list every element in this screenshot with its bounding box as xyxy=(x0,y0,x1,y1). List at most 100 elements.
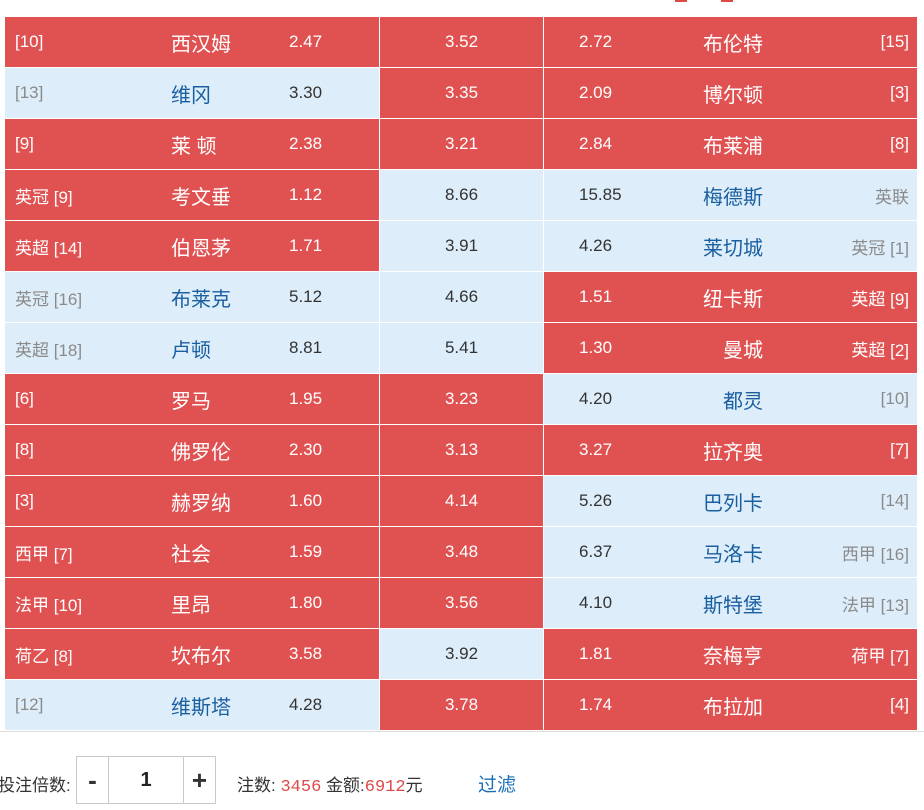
draw-option[interactable]: 3.35 xyxy=(380,68,543,118)
multiplier-input[interactable] xyxy=(109,757,183,803)
away-team: 都灵 xyxy=(723,390,763,413)
home-rank: 西甲 [7] xyxy=(15,544,73,564)
home-odd: 2.47 xyxy=(289,32,323,51)
away-win-option[interactable]: 15.85 梅德斯 英联 xyxy=(544,170,917,220)
home-win-option[interactable]: [9] 莱 顿 2.38 xyxy=(5,119,379,169)
home-rank: 法甲 [10] xyxy=(15,595,83,615)
home-team: 考文垂 xyxy=(171,186,231,209)
away-odd: 1.74 xyxy=(579,695,613,714)
match-row: [9] 莱 顿 2.38 3.21 2.84 布莱浦 [8] xyxy=(5,119,917,170)
draw-option[interactable]: 5.41 xyxy=(380,323,543,373)
away-win-option[interactable]: 1.81 奈梅亨 荷甲 [7] xyxy=(544,629,917,679)
away-team: 博尔顿 xyxy=(703,84,763,107)
draw-option[interactable]: 8.66 xyxy=(380,170,543,220)
draw-odd: 8.66 xyxy=(444,185,479,204)
marker-stroke xyxy=(721,0,733,3)
away-rank: 法甲 [13] xyxy=(841,595,909,615)
away-win-option[interactable]: 2.72 布伦特 [15] xyxy=(544,17,917,67)
home-team: 伯恩茅 xyxy=(171,237,231,260)
away-odd: 2.09 xyxy=(579,83,613,102)
home-win-option[interactable]: 英超 [18] 卢顿 8.81 xyxy=(5,323,379,373)
home-win-option[interactable]: [8] 佛罗伦 2.30 xyxy=(5,425,379,475)
home-win-option[interactable]: [6] 罗马 1.95 xyxy=(5,374,379,424)
away-win-option[interactable]: 1.30 曼城 英超 [2] xyxy=(544,323,917,373)
away-team: 梅德斯 xyxy=(703,186,763,209)
away-win-option[interactable]: 1.51 纽卡斯 英超 [9] xyxy=(544,272,917,322)
home-rank: [12] xyxy=(15,695,44,714)
home-team: 罗马 xyxy=(171,390,211,413)
draw-odd: 4.14 xyxy=(444,491,479,510)
decrease-button[interactable]: - xyxy=(77,757,109,803)
home-odd: 1.59 xyxy=(289,542,323,561)
draw-option[interactable]: 3.92 xyxy=(380,629,543,679)
home-rank: [10] xyxy=(15,32,44,51)
match-row: 英冠 [16] 布莱克 5.12 4.66 1.51 纽卡斯 英超 [9] xyxy=(5,272,917,323)
away-odd: 4.20 xyxy=(579,389,613,408)
draw-odd: 4.66 xyxy=(444,287,479,306)
match-row: [10] 西汉姆 2.47 3.52 2.72 布伦特 [15] xyxy=(5,17,917,68)
away-rank: 荷甲 [7] xyxy=(851,646,909,666)
draw-odd: 3.48 xyxy=(444,542,479,561)
draw-option[interactable]: 3.52 xyxy=(380,17,543,67)
away-win-option[interactable]: 2.09 博尔顿 [3] xyxy=(544,68,917,118)
home-win-option[interactable]: 荷乙 [8] 坎布尔 3.58 xyxy=(5,629,379,679)
home-odd: 5.12 xyxy=(289,287,323,306)
home-win-option[interactable]: 英冠 [9] 考文垂 1.12 xyxy=(5,170,379,220)
away-rank: [10] xyxy=(880,389,909,408)
draw-option[interactable]: 3.48 xyxy=(380,527,543,577)
home-odd: 4.28 xyxy=(289,695,323,714)
match-row: 西甲 [7] 社会 1.59 3.48 6.37 马洛卡 西甲 [16] xyxy=(5,527,917,578)
match-row: 英超 [18] 卢顿 8.81 5.41 1.30 曼城 英超 [2] xyxy=(5,323,917,374)
amount-label: 金额: xyxy=(326,776,365,795)
home-team: 布莱克 xyxy=(171,288,231,311)
away-odd: 15.85 xyxy=(579,185,622,204)
away-team: 拉齐奥 xyxy=(703,441,763,464)
away-win-option[interactable]: 6.37 马洛卡 西甲 [16] xyxy=(544,527,917,577)
away-win-option[interactable]: 3.27 拉齐奥 [7] xyxy=(544,425,917,475)
draw-option[interactable]: 3.21 xyxy=(380,119,543,169)
home-win-option[interactable]: 英超 [14] 伯恩茅 1.71 xyxy=(5,221,379,271)
away-win-option[interactable]: 4.26 莱切城 英冠 [1] xyxy=(544,221,917,271)
draw-option[interactable]: 4.14 xyxy=(380,476,543,526)
draw-option[interactable]: 3.13 xyxy=(380,425,543,475)
draw-odd: 3.56 xyxy=(444,593,479,612)
draw-odd: 3.23 xyxy=(444,389,479,408)
draw-option[interactable]: 3.23 xyxy=(380,374,543,424)
home-win-option[interactable]: 法甲 [10] 里昂 1.80 xyxy=(5,578,379,628)
home-win-option[interactable]: 西甲 [7] 社会 1.59 xyxy=(5,527,379,577)
bet-summary: 注数: 3456 金额:6912元 xyxy=(237,771,423,797)
away-win-option[interactable]: 2.84 布莱浦 [8] xyxy=(544,119,917,169)
away-win-option[interactable]: 1.74 布拉加 [4] xyxy=(544,680,917,730)
away-odd: 6.37 xyxy=(579,542,613,561)
home-win-option[interactable]: [12] 维斯塔 4.28 xyxy=(5,680,379,730)
away-win-option[interactable]: 4.20 都灵 [10] xyxy=(544,374,917,424)
count-label: 注数: xyxy=(237,776,276,795)
away-odd: 3.27 xyxy=(579,440,613,459)
home-team: 赫罗纳 xyxy=(171,492,231,515)
draw-option[interactable]: 3.78 xyxy=(380,680,543,730)
draw-option[interactable]: 3.56 xyxy=(380,578,543,628)
home-win-option[interactable]: [3] 赫罗纳 1.60 xyxy=(5,476,379,526)
home-win-option[interactable]: [10] 西汉姆 2.47 xyxy=(5,17,379,67)
away-team: 布伦特 xyxy=(703,33,763,56)
away-win-option[interactable]: 4.10 斯特堡 法甲 [13] xyxy=(544,578,917,628)
away-team: 布拉加 xyxy=(703,696,763,719)
home-team: 西汉姆 xyxy=(171,33,231,56)
away-team: 马洛卡 xyxy=(703,543,763,566)
away-odd: 1.51 xyxy=(579,287,613,306)
footer-divider xyxy=(0,731,924,732)
home-rank: [13] xyxy=(15,83,44,102)
away-rank: 英联 xyxy=(875,187,909,207)
home-odd: 2.38 xyxy=(289,134,323,153)
increase-button[interactable]: + xyxy=(183,757,215,803)
match-row: [3] 赫罗纳 1.60 4.14 5.26 巴列卡 [14] xyxy=(5,476,917,527)
draw-option[interactable]: 3.91 xyxy=(380,221,543,271)
home-win-option[interactable]: [13] 维冈 3.30 xyxy=(5,68,379,118)
match-row: 英冠 [9] 考文垂 1.12 8.66 15.85 梅德斯 英联 xyxy=(5,170,917,221)
away-team: 奈梅亨 xyxy=(703,645,763,668)
away-win-option[interactable]: 5.26 巴列卡 [14] xyxy=(544,476,917,526)
home-win-option[interactable]: 英冠 [16] 布莱克 5.12 xyxy=(5,272,379,322)
draw-option[interactable]: 4.66 xyxy=(380,272,543,322)
match-row: [8] 佛罗伦 2.30 3.13 3.27 拉齐奥 [7] xyxy=(5,425,917,476)
filter-link[interactable]: 过滤 xyxy=(478,770,516,797)
